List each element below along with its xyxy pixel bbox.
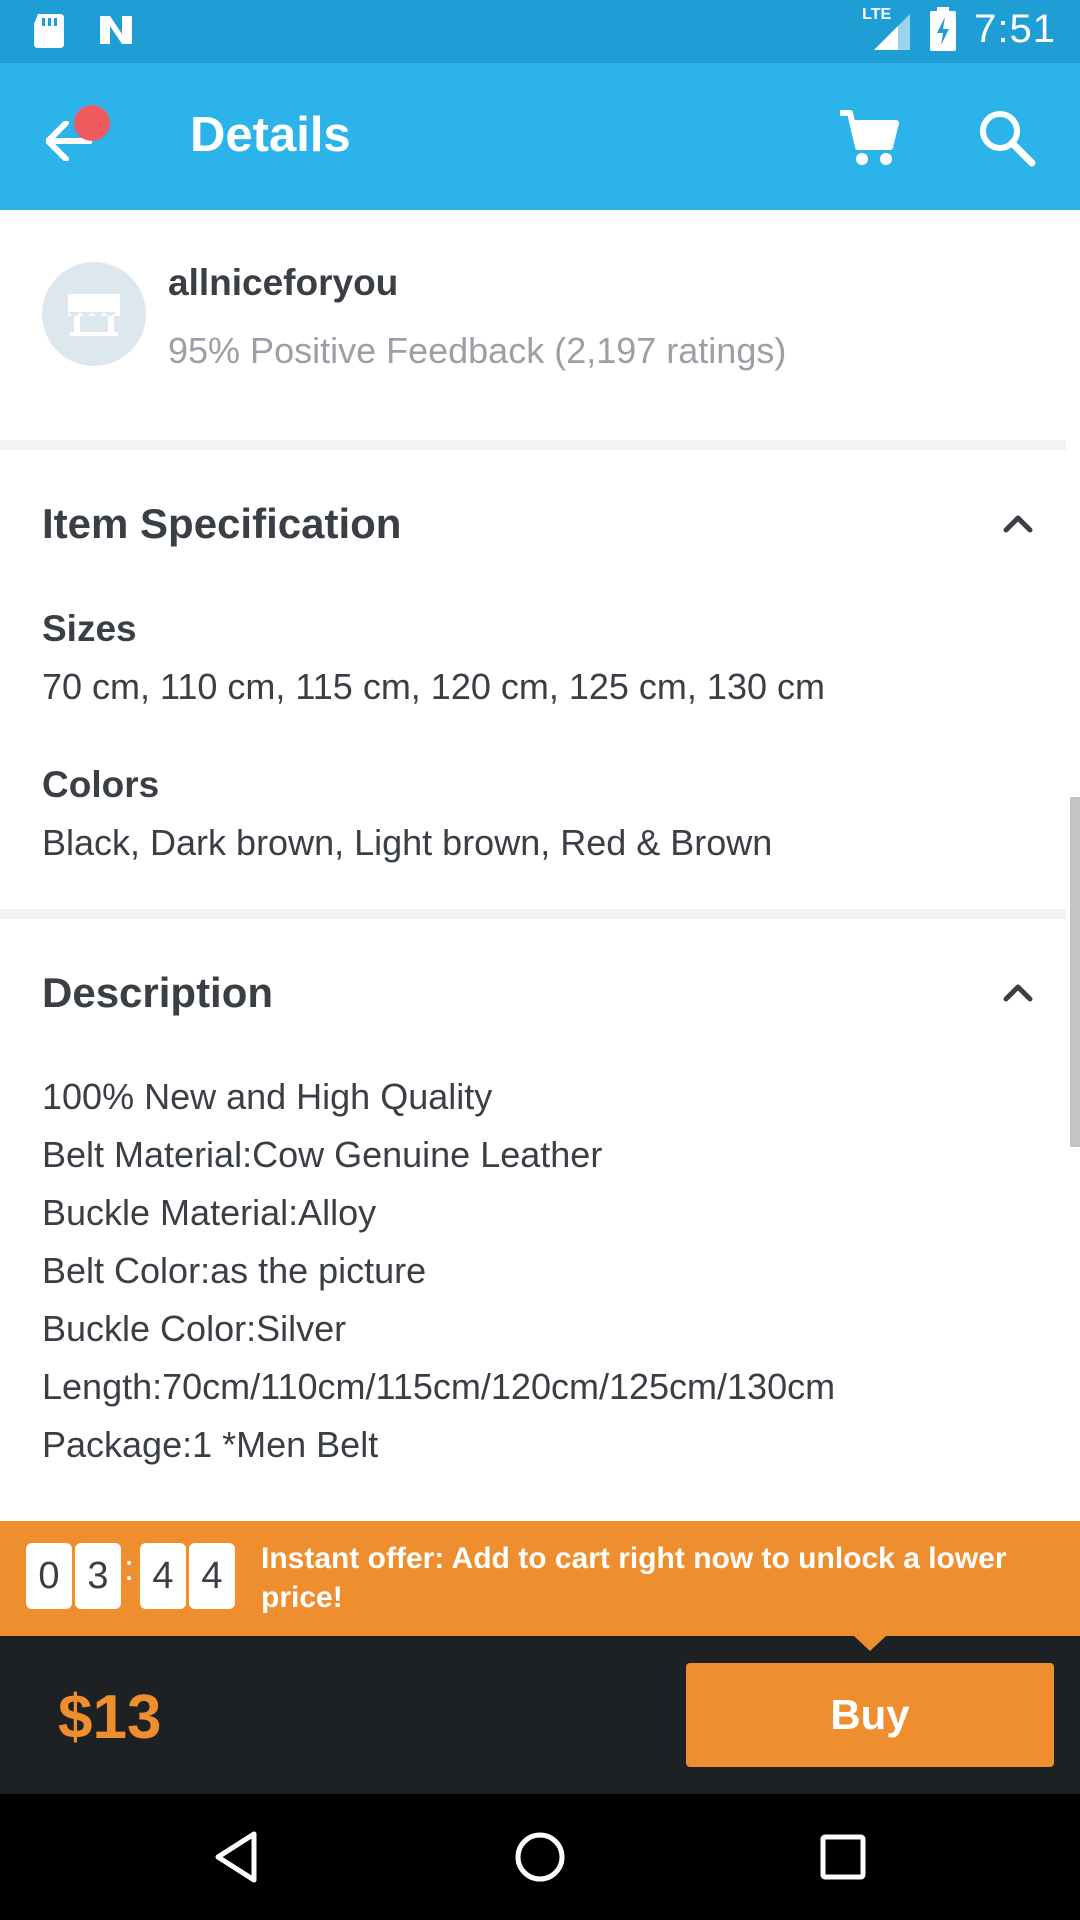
instant-offer-banner[interactable]: 0 3 : 4 4 Instant offer: Add to cart rig… xyxy=(0,1521,1080,1636)
offer-pointer xyxy=(854,1636,886,1651)
battery-charging-icon xyxy=(930,7,957,51)
lte-signal-icon: LTE xyxy=(862,6,912,52)
spec-label-colors: Colors xyxy=(42,764,160,805)
timer-digit: 0 xyxy=(26,1543,72,1609)
back-button[interactable] xyxy=(38,101,112,175)
section-title-description[interactable]: Description xyxy=(42,969,273,1017)
notification-dot xyxy=(74,105,110,141)
description-line: Belt Material:Cow Genuine Leather xyxy=(42,1134,603,1175)
spec-value-colors: Black, Dark brown, Light brown, Red & Br… xyxy=(42,822,773,863)
back-triangle-icon[interactable] xyxy=(204,1824,270,1890)
cart-button[interactable] xyxy=(834,103,904,173)
divider xyxy=(0,440,1066,450)
seller-feedback: 95% Positive Feedback (2,197 ratings) xyxy=(168,330,787,371)
chevron-up-icon[interactable] xyxy=(998,973,1038,1013)
scrollbar[interactable] xyxy=(1070,797,1080,1147)
status-bar: LTE 7:51 xyxy=(0,0,1080,63)
avatar xyxy=(42,262,146,366)
app-bar: Details xyxy=(0,63,1080,210)
chevron-up-icon[interactable] xyxy=(998,504,1038,544)
seller-name[interactable]: allniceforyou xyxy=(168,262,398,304)
cart-icon xyxy=(840,110,899,165)
timer-digit: 4 xyxy=(140,1543,186,1609)
page-title: Details xyxy=(190,108,351,162)
seller-card[interactable]: allniceforyou 95% Positive Feedback (2,1… xyxy=(0,210,1080,440)
search-icon xyxy=(980,111,1036,167)
description-line: Belt Color:as the picture xyxy=(42,1250,427,1291)
timer-digit: 4 xyxy=(189,1543,235,1609)
home-circle-icon[interactable] xyxy=(507,1824,573,1890)
spec-value-sizes: 70 cm, 110 cm, 115 cm, 120 cm, 125 cm, 1… xyxy=(42,666,825,707)
divider xyxy=(0,909,1066,919)
offer-text: Instant offer: Add to cart right now to … xyxy=(261,1542,1007,1614)
spec-label-sizes: Sizes xyxy=(42,608,137,649)
buy-button[interactable]: Buy xyxy=(686,1663,1054,1767)
section-title-item-specification[interactable]: Item Specification xyxy=(42,500,401,548)
store-icon xyxy=(68,294,120,336)
timer-digit: 3 xyxy=(75,1543,121,1609)
search-button[interactable] xyxy=(972,103,1042,173)
status-time: 7:51 xyxy=(974,6,1056,51)
sd-card-icon xyxy=(34,14,64,48)
purchase-bar: $13 Buy xyxy=(0,1636,1080,1794)
description-line: Buckle Color:Silver xyxy=(42,1308,347,1349)
n-app-icon xyxy=(100,16,132,44)
description-line: Package:1 *Men Belt xyxy=(42,1424,379,1465)
timer-separator: : xyxy=(124,1547,135,1588)
description-line: Buckle Material:Alloy xyxy=(42,1192,377,1233)
description-line: 100% New and High Quality xyxy=(42,1076,493,1117)
description-line: Length:70cm/110cm/115cm/120cm/125cm/130c… xyxy=(42,1366,836,1407)
price: $13 xyxy=(58,1683,162,1752)
system-nav-bar xyxy=(0,1794,1080,1920)
recents-square-icon[interactable] xyxy=(810,1824,876,1890)
